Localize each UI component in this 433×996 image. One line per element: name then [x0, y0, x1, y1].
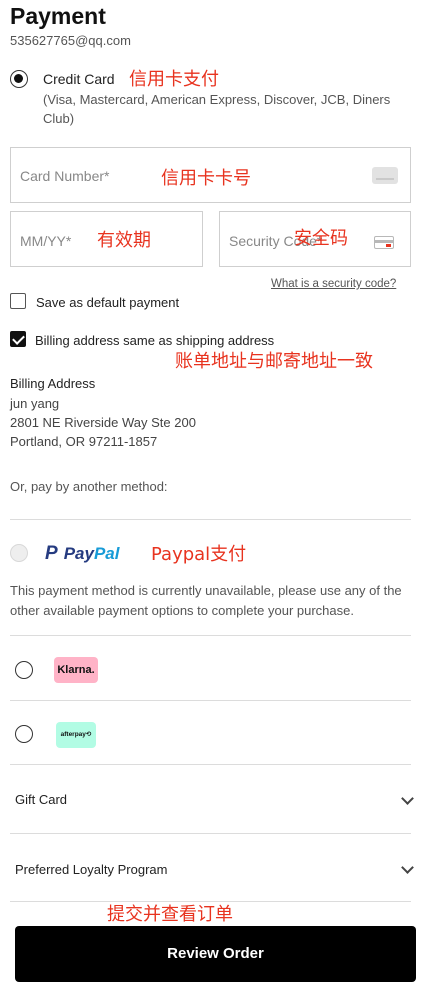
paypal-icon: P — [45, 543, 58, 564]
gift-card-accordion[interactable] — [10, 765, 411, 833]
afterpay-logo: afterpay⟲ — [56, 722, 96, 748]
afterpay-radio[interactable] — [15, 725, 33, 743]
billing-address-title: Billing Address — [10, 376, 96, 391]
card-brands-text: (Visa, Mastercard, American Express, Dis… — [43, 92, 391, 126]
paypal-annotation: Paypal支付 — [151, 544, 247, 565]
paypal-radio[interactable] — [10, 544, 28, 562]
review-order-button[interactable]: Review Order — [15, 926, 416, 982]
other-methods-heading: Or, pay by another method: — [10, 479, 168, 494]
klarna-radio[interactable] — [15, 661, 33, 679]
review-order-annotation: 提交并查看订单 — [107, 904, 233, 925]
paypal-logo-pay: Pay — [63, 544, 94, 563]
card-number-annotation: 信用卡卡号 — [161, 168, 251, 189]
paypal-unavailable-note: This payment method is currently unavail… — [10, 583, 402, 618]
security-code-help-link[interactable]: What is a security code? — [271, 278, 396, 290]
page-title: Payment — [10, 3, 106, 29]
expiry-placeholder: MM/YY* — [20, 233, 72, 249]
paypal-logo-pal: Pal — [93, 544, 120, 563]
credit-card-annotation: 信用卡支付 — [129, 69, 219, 90]
expiry-annotation: 有效期 — [97, 230, 151, 251]
divider — [10, 635, 411, 636]
loyalty-program-label: Preferred Loyalty Program — [15, 862, 168, 877]
billing-same-label: Billing address same as shipping address — [35, 333, 275, 348]
billing-same-annotation: 账单地址与邮寄地址一致 — [175, 351, 373, 372]
klarna-logo: Klarna. — [54, 657, 98, 683]
paypal-logo: P PayPal — [45, 543, 119, 565]
credit-card-label: Credit Card — [43, 71, 115, 87]
divider — [10, 519, 411, 520]
save-default-checkbox[interactable] — [10, 293, 26, 309]
billing-address-name: jun yang — [10, 396, 60, 411]
card-icon — [372, 167, 398, 184]
divider — [10, 700, 411, 701]
gift-card-label: Gift Card — [15, 792, 68, 807]
card-number-placeholder: Card Number* — [20, 168, 110, 184]
account-email: 535627765@qq.com — [10, 33, 131, 48]
billing-address-line2: Portland, OR 97211-1857 — [10, 434, 158, 449]
save-default-label: Save as default payment — [36, 295, 180, 310]
billing-address-line1: 2801 NE Riverside Way Ste 200 — [10, 415, 196, 430]
billing-same-checkbox[interactable] — [10, 331, 26, 347]
security-code-annotation: 安全码 — [294, 228, 348, 249]
credit-card-radio[interactable] — [10, 70, 28, 88]
card-security-icon — [374, 236, 394, 249]
